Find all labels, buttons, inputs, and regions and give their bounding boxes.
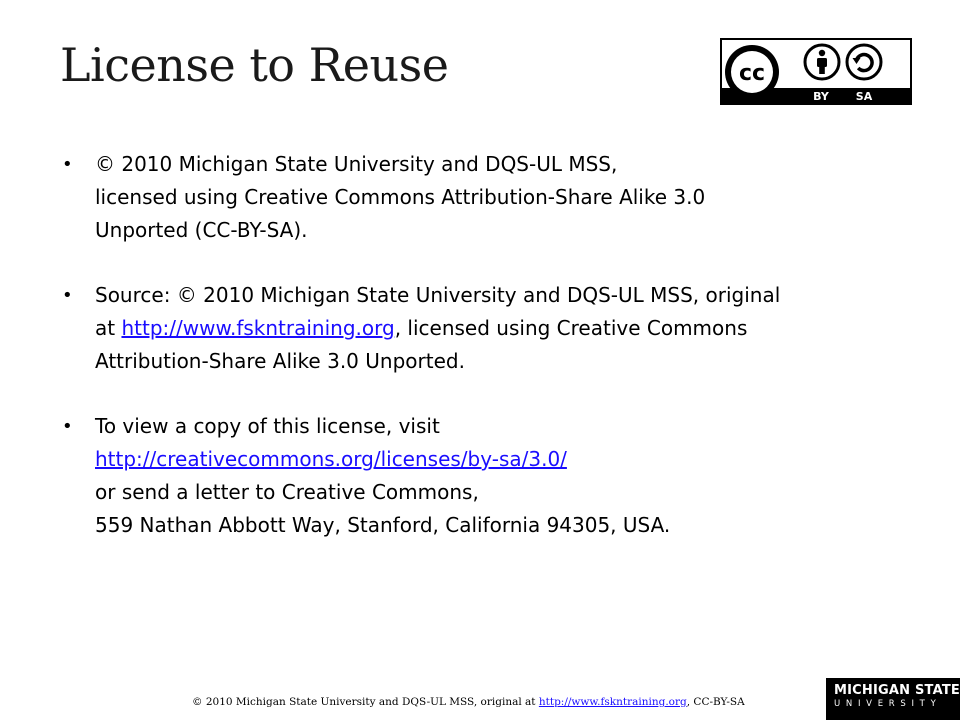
bullet-text-line: To view a copy of this license, visit	[95, 414, 440, 438]
bullet-text-line: at http://www.fskntraining.org, licensed…	[95, 312, 912, 345]
bullet-list: • © 2010 Michigan State University and D…	[62, 148, 912, 574]
text-prefix: at	[95, 316, 122, 340]
by-label: BY	[813, 90, 830, 103]
text-suffix: , licensed using Creative Commons	[394, 316, 748, 340]
bullet-text-line: Attribution-Share Alike 3.0 Unported.	[95, 349, 465, 373]
cc-icon: cc	[725, 45, 779, 99]
license-link[interactable]: http://creativecommons.org/licenses/by-s…	[95, 447, 567, 471]
bullet-source: • Source: © 2010 Michigan State Universi…	[62, 279, 912, 378]
bullet-text-line: 559 Nathan Abbott Way, Stanford, Califor…	[95, 513, 671, 537]
bullet-text-line: or send a letter to Creative Commons,	[95, 480, 479, 504]
footer-attribution: © 2010 Michigan State University and DQS…	[192, 696, 745, 708]
bullet-license-info: • To view a copy of this license, visit …	[62, 410, 912, 542]
footer-link[interactable]: http://www.fskntraining.org	[539, 696, 687, 708]
page-title: License to Reuse	[60, 38, 449, 92]
bullet-copyright: • © 2010 Michigan State University and D…	[62, 148, 912, 247]
bullet-dot-icon: •	[62, 416, 73, 437]
msu-logo: MICHIGAN STATE UNIVERSITY	[826, 678, 960, 720]
bullet-text-line: http://creativecommons.org/licenses/by-s…	[95, 443, 912, 476]
logo-bottom-text: UNIVERSITY	[834, 699, 942, 709]
bullet-text-line: © 2010 Michigan State University and DQS…	[95, 152, 618, 176]
bullet-dot-icon: •	[62, 285, 73, 306]
bullet-text-line: licensed using Creative Commons Attribut…	[95, 185, 706, 209]
footer-suffix: , CC-BY-SA	[686, 696, 745, 708]
bullet-dot-icon: •	[62, 154, 73, 175]
share-alike-icon	[845, 43, 883, 81]
cc-text: cc	[739, 61, 765, 86]
cc-by-sa-badge: cc BY SA	[720, 38, 912, 105]
sa-label: SA	[856, 90, 873, 103]
logo-top-text: MICHIGAN STATE	[834, 683, 960, 698]
footer-prefix: © 2010 Michigan State University and DQS…	[192, 696, 539, 708]
fskntraining-link[interactable]: http://www.fskntraining.org	[121, 316, 394, 340]
bullet-text-line: Source: © 2010 Michigan State University…	[95, 283, 781, 307]
attribution-icon	[803, 43, 841, 81]
bullet-text-line: Unported (CC-BY-SA).	[95, 218, 308, 242]
